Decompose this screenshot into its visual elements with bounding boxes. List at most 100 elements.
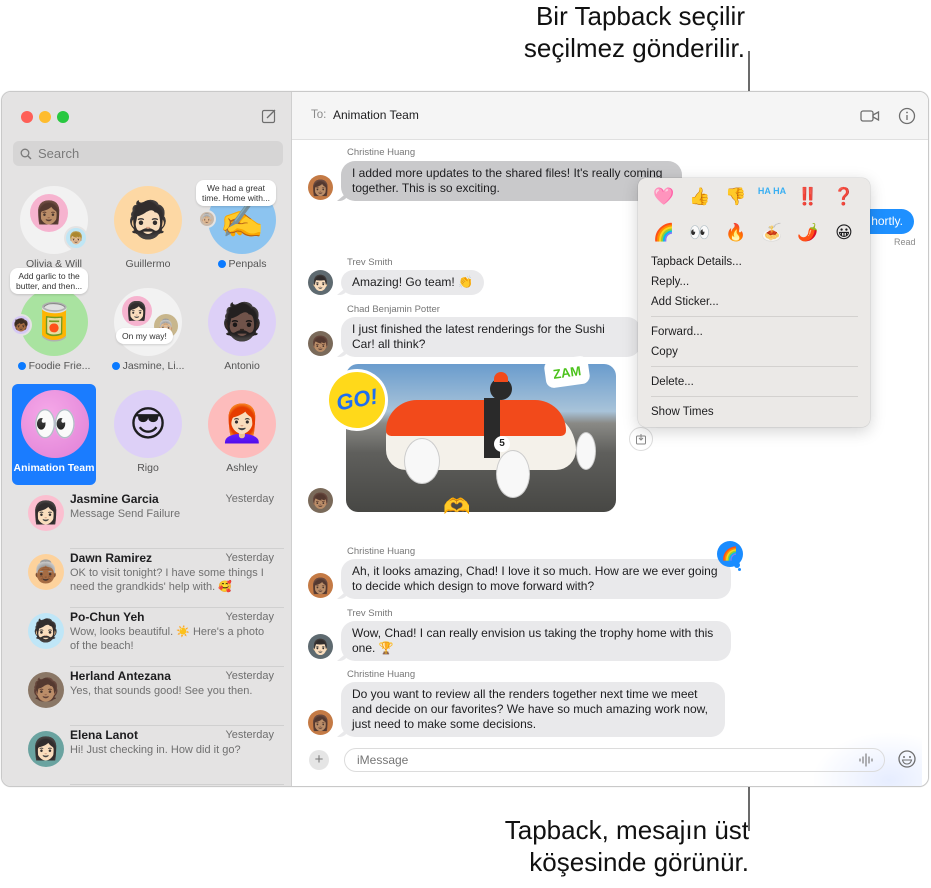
menu-reply[interactable]: Reply...	[638, 272, 870, 292]
callout-line: Bir Tapback seçilir	[535, 1, 745, 31]
callout-line: Tapback, mesajın üst	[504, 815, 749, 845]
message-bubble[interactable]: Wow, Chad! I can really envision us taki…	[341, 621, 731, 661]
exclamation-tapback[interactable]: ‼️	[790, 186, 826, 208]
pinned-olivia-will[interactable]: 👩🏽 👦🏼 Olivia & Will	[10, 180, 98, 280]
context-menu-items: Tapback Details... Reply... Add Sticker.…	[638, 252, 870, 422]
context-menu: 🩷 👍 👎 HA HA ‼️ ❓ 🌈 👀 🔥 🍝 🌶️ 😀 Tapback De…	[638, 178, 870, 427]
avatar: 👨🏻	[308, 270, 333, 295]
conversation-time: Yesterday	[225, 729, 274, 741]
conversation-item[interactable]: 👩🏻 Jasmine Garcia Yesterday Message Send…	[2, 490, 292, 549]
pinned-label: Guillermo	[125, 258, 171, 270]
divider	[70, 784, 284, 785]
pinned-jasmine-group[interactable]: 👩🏻 👵🏼 On my way! Jasmine, Li...	[104, 282, 192, 382]
conversation-preview: Hi! Just checking in. How did it go?	[70, 744, 241, 756]
conversation-preview: Yes, that sounds good! See you then.	[70, 685, 253, 697]
pinned-foodie-friends[interactable]: 🥫 🧒🏾 Add garlic to the butter, and then.…	[10, 268, 98, 382]
rainbow-icon: 🌈	[721, 546, 739, 561]
recipient-name[interactable]: Animation Team	[333, 108, 419, 122]
sticker-heart-hands[interactable]: 🫶	[437, 492, 477, 522]
haha-tapback[interactable]: HA HA	[754, 186, 790, 208]
rainbow-tapback[interactable]: 🌈	[646, 222, 682, 244]
tapback-tail	[738, 568, 741, 571]
conversation-name: Jasmine Garcia	[70, 492, 159, 506]
pinned-label: Jasmine, Li...	[104, 360, 192, 372]
search-input[interactable]: Search	[13, 141, 283, 166]
menu-tapback-details[interactable]: Tapback Details...	[638, 252, 870, 272]
avatar: 🧑🏽	[28, 672, 64, 708]
eyes-tapback[interactable]: 👀	[682, 222, 718, 244]
conversation-item[interactable]: 👩🏻 Elena Lanot Yesterday Hi! Just checki…	[2, 726, 292, 785]
message-preview-bubble: Add garlic to the butter, and then...	[10, 268, 89, 294]
avatar: 👦🏽	[308, 331, 333, 356]
pinned-label: Foodie Frie...	[10, 360, 98, 372]
thumbs-down-tapback[interactable]: 👎	[718, 186, 754, 208]
conversation-item[interactable]: 👵🏾 Dawn Ramirez Yesterday OK to visit to…	[2, 549, 292, 608]
message-bubble[interactable]: Amazing! Go team! 👏	[341, 270, 484, 295]
message-bubble[interactable]: I just finished the latest renderings fo…	[341, 317, 641, 357]
pinned-label: Animation Team	[13, 462, 95, 474]
unread-dot	[217, 259, 226, 268]
conversation-item[interactable]: 🧑🏽 Herland Antezana Yesterday Yes, that …	[2, 667, 292, 726]
pinned-rigo[interactable]: 😎 Rigo	[104, 384, 192, 484]
zoom-button[interactable]	[57, 111, 69, 123]
pinned-label: Antonio	[224, 360, 260, 372]
pinned-ashley[interactable]: 👩🏻‍🦰 Ashley	[198, 384, 286, 484]
conversation-name: Dawn Ramirez	[70, 551, 153, 565]
conversation-preview: Message Send Failure	[70, 508, 181, 520]
audio-message-icon[interactable]	[858, 753, 874, 767]
conversation-preview: Wow, looks beautiful. ☀️ Here's a photo …	[70, 626, 265, 652]
avatar: 🧔🏻	[114, 186, 182, 254]
info-icon[interactable]	[897, 107, 917, 125]
apps-plus-button[interactable]: +	[309, 750, 329, 770]
imessage-input[interactable]	[344, 748, 885, 772]
callout-line: seçilmez gönderilir.	[523, 33, 745, 63]
menu-delete[interactable]: Delete...	[638, 372, 870, 392]
spaghetti-tapback[interactable]: 🍝	[754, 222, 790, 244]
avatar: 👀	[21, 390, 89, 458]
avatar: 👩🏻	[28, 731, 64, 767]
avatar: 👩🏽 👦🏼	[20, 186, 88, 254]
avatar: 👨🏻	[308, 634, 333, 659]
save-attachment-button[interactable]	[629, 427, 653, 451]
thumbs-up-tapback[interactable]: 👍	[682, 186, 718, 208]
pinned-guillermo[interactable]: 🧔🏻 Guillermo	[104, 180, 192, 280]
conversation-name: Elena Lanot	[70, 728, 139, 742]
avatar: 👦🏽	[308, 488, 333, 513]
emoji-icon[interactable]	[897, 749, 917, 769]
unread-dot	[17, 361, 26, 370]
chili-tapback[interactable]: 🌶️	[790, 222, 826, 244]
pinned-penpals[interactable]: ✍️ 👵🏼 We had a great time. Home with... …	[196, 180, 286, 280]
minimize-button[interactable]	[39, 111, 51, 123]
menu-forward[interactable]: Forward...	[638, 322, 870, 342]
to-label: To:	[311, 109, 327, 121]
fire-tapback[interactable]: 🔥	[718, 222, 754, 244]
conversation-time: Yesterday	[225, 611, 274, 623]
message-bubble[interactable]: Do you want to review all the renders to…	[341, 682, 725, 737]
conversation-list: 👩🏻 Jasmine Garcia Yesterday Message Send…	[2, 490, 292, 785]
menu-add-sticker[interactable]: Add Sticker...	[638, 292, 870, 312]
video-call-icon[interactable]	[860, 107, 880, 125]
message-bubble[interactable]: Ah, it looks amazing, Chad! I love it so…	[341, 559, 731, 599]
compose-icon[interactable]	[261, 108, 277, 124]
conversation-time: Yesterday	[225, 493, 274, 505]
message-bubble[interactable]: I added more updates to the shared files…	[341, 161, 682, 201]
conversation-preview: OK to visit tonight? I have some things …	[70, 567, 264, 593]
close-button[interactable]	[21, 111, 33, 123]
menu-show-times[interactable]: Show Times	[638, 402, 870, 422]
sender-name: Trev Smith	[347, 608, 393, 619]
avatar: 👩🏻‍🦰	[208, 390, 276, 458]
menu-copy[interactable]: Copy	[638, 342, 870, 362]
heart-tapback[interactable]: 🩷	[646, 186, 682, 208]
unread-dot	[111, 361, 120, 370]
conversation-item[interactable]: 🧔🏻 Po-Chun Yeh Yesterday Wow, looks beau…	[2, 608, 292, 667]
download-icon	[636, 434, 646, 445]
sushi-car-photo[interactable]: 5	[346, 364, 616, 512]
emoji-picker-tapback[interactable]: 😀	[826, 222, 862, 244]
callout-line: köşesinde görünür.	[529, 847, 749, 877]
tapback-picker: 🩷 👍 👎 HA HA ‼️ ❓ 🌈 👀 🔥 🍝 🌶️ 😀	[646, 186, 862, 244]
pinned-antonio[interactable]: 🧔🏿 Antonio	[198, 282, 286, 382]
question-tapback[interactable]: ❓	[826, 186, 862, 208]
menu-separator	[651, 396, 858, 397]
pinned-animation-team[interactable]: 👀 Animation Team	[12, 384, 96, 485]
avatar: 👵🏾	[28, 554, 64, 590]
